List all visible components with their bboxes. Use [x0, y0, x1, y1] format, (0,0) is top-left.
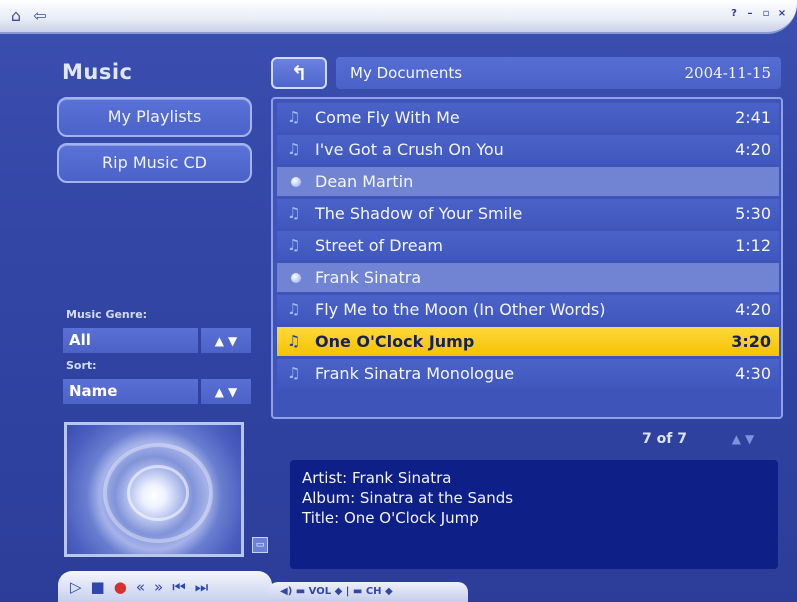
- track-row[interactable]: ♫ One O'Clock Jump 3:20: [277, 327, 779, 356]
- transport-controls: ▷ ■ ● « » ⏮ ⏭: [58, 571, 272, 602]
- track-duration: 5:30: [735, 204, 771, 223]
- track-title: Dean Martin: [315, 172, 414, 191]
- genre-label: Music Genre:: [66, 308, 148, 321]
- track-row[interactable]: ♫ The Shadow of Your Smile 5:30: [277, 199, 779, 228]
- genre-arrows: ▲ ▼: [201, 328, 251, 353]
- album-art: [64, 422, 244, 557]
- play-icon[interactable]: ▷: [70, 577, 82, 597]
- restore-icon[interactable]: ▫: [761, 8, 771, 20]
- track-title: One O'Clock Jump: [315, 332, 475, 351]
- track-info: Artist: Frank Sinatra Album: Sinatra at …: [290, 460, 778, 569]
- close-icon[interactable]: ×: [777, 8, 787, 20]
- stop-icon[interactable]: ■: [91, 577, 105, 597]
- sort-label: Sort:: [66, 359, 97, 372]
- artist-bullet-icon: [291, 177, 301, 187]
- track-duration: 2:41: [735, 108, 771, 127]
- track-duration: 1:12: [735, 236, 771, 255]
- sort-arrows: ▲ ▼: [201, 379, 251, 404]
- artist-bullet-icon: [291, 273, 301, 283]
- music-note-icon: ♫: [287, 364, 301, 382]
- track-title: I've Got a Crush On You: [315, 140, 504, 159]
- volume-channel-bar[interactable]: ◀) ▬ VOL ◆ | ▬ CH ◆: [268, 582, 468, 602]
- home-icon[interactable]: ⌂: [6, 7, 26, 25]
- up-arrow-icon[interactable]: ▲: [215, 334, 224, 348]
- track-duration: 3:20: [731, 332, 771, 351]
- track-title: Street of Dream: [315, 236, 443, 255]
- info-artist: Artist: Frank Sinatra: [302, 469, 452, 487]
- track-row[interactable]: ♫ I've Got a Crush On You 4:20: [277, 135, 779, 164]
- fullscreen-art-icon[interactable]: ▭: [252, 537, 268, 553]
- track-row[interactable]: ♫ Frank Sinatra Monologue 4:30: [277, 359, 779, 388]
- fast-forward-icon[interactable]: »: [154, 577, 163, 597]
- rip-music-cd-button[interactable]: Rip Music CD: [57, 143, 252, 183]
- track-row[interactable]: ♫ Street of Dream 1:12: [277, 231, 779, 260]
- up-folder-button[interactable]: ↰: [271, 57, 327, 89]
- info-album: Album: Sinatra at the Sands: [302, 489, 514, 507]
- page-counter: 7 of 7: [642, 431, 687, 447]
- record-icon[interactable]: ●: [114, 577, 127, 597]
- minimize-icon[interactable]: –: [745, 8, 755, 20]
- info-title: Title: One O'Clock Jump: [302, 509, 479, 527]
- folder-date: 2004-11-15: [684, 64, 771, 82]
- help-icon[interactable]: ?: [729, 8, 739, 20]
- folder-name: My Documents: [350, 64, 463, 82]
- track-title: Frank Sinatra Monologue: [315, 364, 515, 383]
- music-note-icon: ♫: [287, 108, 301, 126]
- genre-select[interactable]: All: [63, 328, 198, 353]
- track-row[interactable]: ♫ Come Fly With Me 2:41: [277, 103, 779, 132]
- skip-forward-icon[interactable]: ⏭: [195, 577, 209, 597]
- down-arrow-icon[interactable]: ▼: [228, 334, 237, 348]
- track-list: ♫ Come Fly With Me 2:41 ♫ I've Got a Crush O…: [271, 97, 783, 419]
- music-note-icon: ♫: [287, 300, 301, 318]
- window-controls: ? – ▫ ×: [729, 8, 787, 20]
- sort-select[interactable]: Name: [63, 379, 198, 404]
- folder-bar: My Documents 2004-11-15: [336, 57, 781, 89]
- track-duration: 4:20: [735, 140, 771, 159]
- down-arrow-icon[interactable]: ▼: [745, 432, 754, 446]
- rewind-icon[interactable]: «: [136, 577, 145, 597]
- section-title: Music: [62, 60, 133, 84]
- top-bar: ⌂ ⇦ ? – ▫ ×: [0, 0, 797, 34]
- music-note-icon: ♫: [287, 204, 301, 222]
- track-title: Fly Me to the Moon (In Other Words): [315, 300, 606, 319]
- music-note-icon: ♫: [287, 140, 301, 158]
- track-title: Frank Sinatra: [315, 268, 422, 287]
- up-arrow-icon[interactable]: ▲: [215, 385, 224, 399]
- pager-arrows: ▲ ▼: [716, 428, 770, 450]
- skip-back-icon[interactable]: ⏮: [172, 577, 186, 597]
- track-duration: 4:30: [735, 364, 771, 383]
- track-title: Come Fly With Me: [315, 108, 460, 127]
- track-title: The Shadow of Your Smile: [315, 204, 523, 223]
- artist-row[interactable]: Dean Martin: [277, 167, 779, 196]
- artist-row[interactable]: Frank Sinatra: [277, 263, 779, 292]
- my-playlists-button[interactable]: My Playlists: [57, 97, 252, 137]
- music-note-icon: ♫: [287, 332, 301, 350]
- track-duration: 4:20: [735, 300, 771, 319]
- music-note-icon: ♫: [287, 236, 301, 254]
- up-arrow-icon[interactable]: ▲: [732, 432, 741, 446]
- track-row[interactable]: ♫ Fly Me to the Moon (In Other Words) 4:20: [277, 295, 779, 324]
- down-arrow-icon[interactable]: ▼: [228, 385, 237, 399]
- back-icon[interactable]: ⇦: [30, 7, 50, 25]
